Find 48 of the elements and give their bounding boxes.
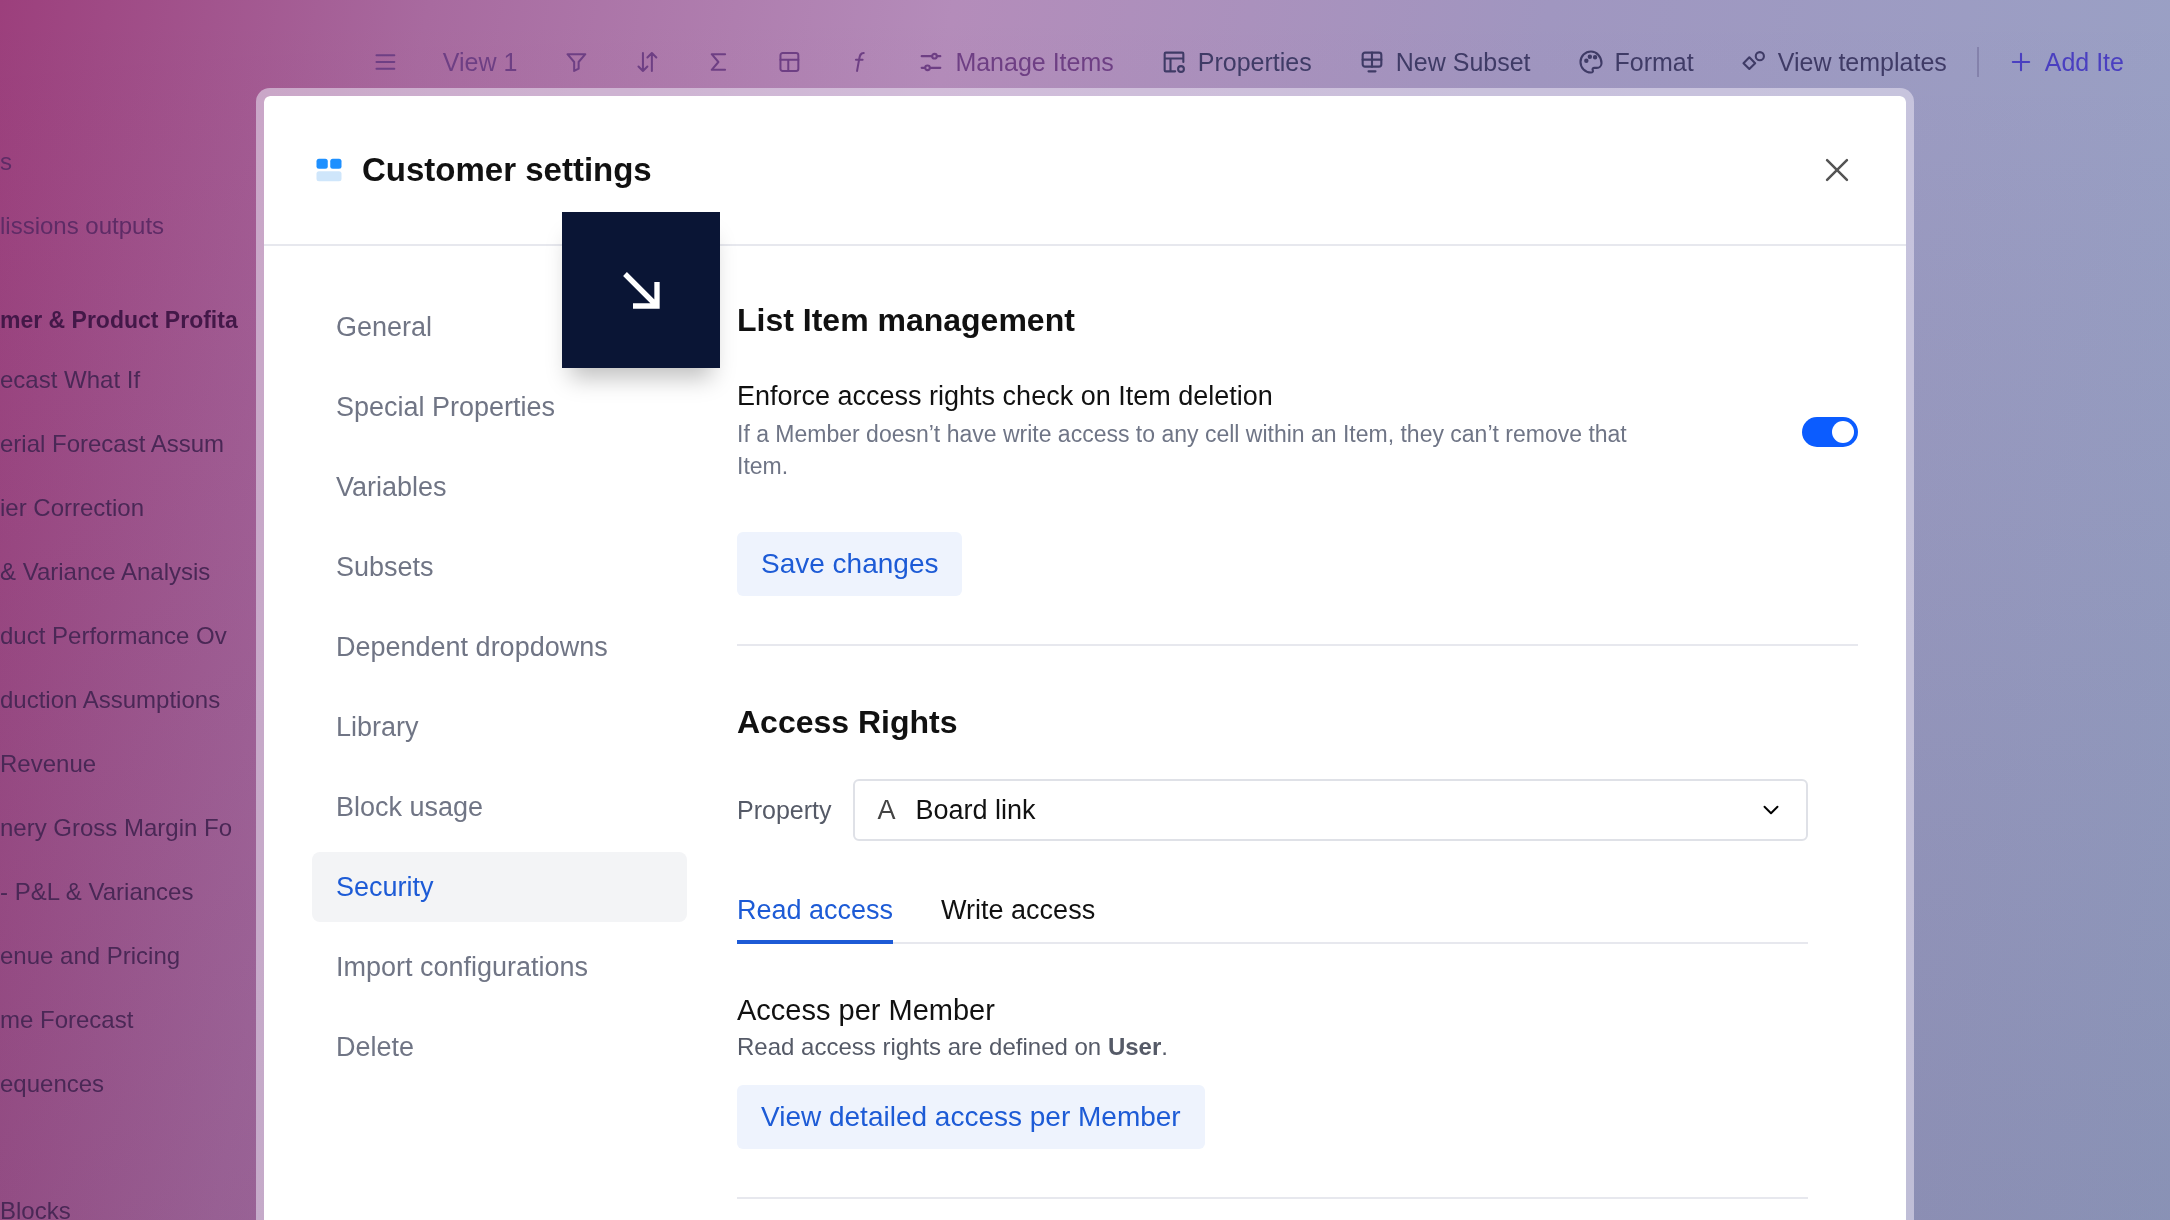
toolbar-button[interactable]: Format [1576,43,1694,81]
field-label: Property [737,795,832,825]
list-item[interactable]: Blocks [0,1194,252,1220]
nav-item[interactable]: Special Properties [312,372,580,442]
list-item[interactable]: ecast What If [0,348,252,412]
tab[interactable]: Write access [941,895,1096,944]
list-item[interactable]: nery Gross Margin Fo [0,796,252,860]
nav-item[interactable]: General [312,292,457,362]
list-item[interactable]: enue and Pricing [0,924,252,988]
setting-description: If a Member doesn’t have write access to any cell within an Item, they can’t remove that Item. [737,420,1628,481]
toolbar-button[interactable]: View templates [1739,43,1947,81]
subsection-description: Read access rights are defined on User. [737,1033,1169,1061]
property-dropdown[interactable]: A Board link [853,779,1808,841]
nav-item[interactable]: Library [312,692,443,762]
text-type-icon: A [877,794,896,826]
nav-item[interactable]: Dependent dropdowns [312,612,632,682]
palette-icon [1576,48,1605,76]
view-access-button[interactable]: View detailed access per Member [737,1085,1205,1149]
toggle-switch[interactable] [1802,416,1858,447]
list-item[interactable]: erial Forecast Assum [0,412,252,476]
nav-item[interactable]: Delete [312,1012,439,1082]
nav-item[interactable]: Import configurations [312,932,613,1002]
nav-item[interactable]: Security [312,852,687,922]
toolbar-button[interactable]: New Subset [1357,43,1531,81]
section-heading: List Item management [737,302,1076,339]
setting-label: Enforce access rights check on Item deletion [737,381,1274,412]
toolbar-button[interactable]: View 1 [442,43,518,81]
add-item-button[interactable]: Add Ite [2006,43,2124,81]
toolbar-button[interactable]: Properties [1159,43,1312,81]
list-item[interactable]: & Variance Analysis [0,540,252,604]
list-item[interactable]: lissions outputs [0,194,252,258]
list-item[interactable]: duct Performance Ov [0,604,252,668]
dialog-title: Customer settings [362,151,653,189]
section-header[interactable]: mer & Product Profita [0,292,252,348]
list-item[interactable]: ier Correction [0,476,252,540]
list-item[interactable]: Revenue [0,732,252,796]
nav-item[interactable]: Block usage [312,772,508,842]
list-item[interactable]: - P&L & Variances [0,860,252,924]
list-item[interactable]: equences [0,1052,252,1116]
nav-item[interactable]: Variables [312,452,471,522]
subsection-title: Access per Member [737,994,996,1027]
toolbar-button[interactable]: Manage Items [917,43,1114,81]
save-button[interactable]: Save changes [737,532,963,596]
tab[interactable]: Read access [737,895,894,944]
list-item[interactable]: duction Assumptions [0,668,252,732]
section-heading: Access Rights [737,704,959,741]
nav-item[interactable]: Subsets [312,532,458,602]
list-item[interactable]: me Forecast [0,988,252,1052]
